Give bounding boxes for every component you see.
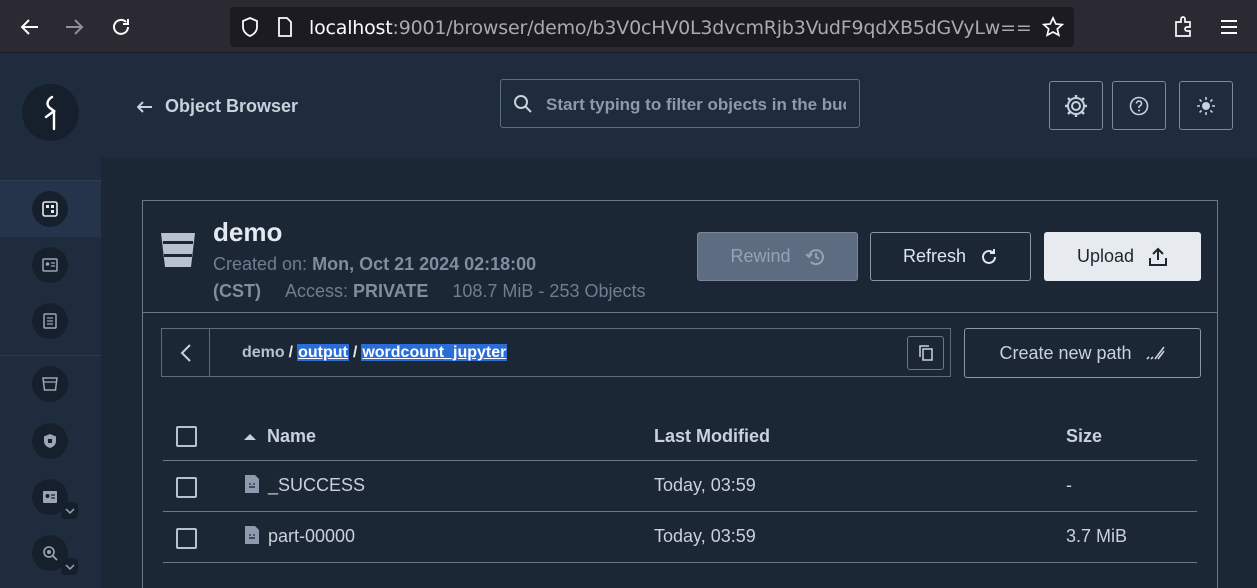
bucket-name: demo [213,217,283,247]
documentation-icon[interactable] [32,303,68,339]
help-icon [1129,96,1149,115]
breadcrumb-back-button[interactable] [162,329,210,376]
sort-ascending-icon [244,433,256,440]
chevron-down-icon[interactable] [61,558,78,575]
create-new-path-button[interactable]: Create new path [964,328,1201,378]
breadcrumb-item-output[interactable]: output [297,344,349,361]
sidebar [0,53,101,588]
file-icon [244,525,260,550]
bucket-info-panel: demo Created on: Mon, Oct 21 2024 02:18:… [142,200,1218,313]
bucket-meta: (CST) Access: PRIVATE 108.7 MiB - 253 Obje… [213,281,646,301]
object-list-panel: demo / output / wordcount_jupyter Create new… [142,313,1218,588]
upload-label: Upload [1076,246,1135,266]
back-arrow-icon[interactable] [14,11,46,43]
copy-path-button[interactable] [907,336,944,370]
history-icon [804,248,824,265]
sidebar-divider [0,355,101,356]
settings-button[interactable] [1049,81,1103,130]
policies-lock-icon[interactable] [32,423,68,459]
main-content: demo Created on: Mon, Oct 21 2024 02:18:… [101,158,1257,588]
breadcrumb-item-wordcount-jupyter[interactable]: wordcount_jupyter [361,344,508,361]
upload-icon [1149,247,1168,266]
shield-icon[interactable] [241,17,259,37]
bucket-created: Created on: Mon, Oct 21 2024 02:18:00 [213,254,537,274]
column-header-last-modified[interactable]: Last Modified [654,413,770,460]
gear-icon [1065,94,1087,117]
breadcrumb-path: demo / output / wordcount_jupyter [242,344,508,362]
bucket-icon [159,231,197,274]
row-checkbox[interactable] [176,477,197,498]
select-all-checkbox[interactable] [176,426,197,447]
file-name[interactable]: _SUCCESS [268,475,365,496]
filter-objects-input[interactable]: Start typing to filter objects in the bu… [500,79,860,128]
page-title: Object Browser [165,96,299,116]
table-divider [163,511,1197,512]
back-to-object-browser[interactable]: Object Browser [137,96,298,117]
page-header: Object Browser Start typing to filter ob… [101,53,1257,158]
page-info-icon[interactable] [277,17,293,37]
copy-icon [918,345,933,361]
forward-arrow-icon[interactable] [58,11,90,43]
column-header-name[interactable]: Name [243,413,316,460]
back-arrow-icon [137,100,152,113]
file-modified: Today, 03:59 [654,475,756,495]
bookmark-star-icon[interactable] [1042,16,1064,38]
refresh-button[interactable]: Refresh [870,232,1031,281]
column-header-size[interactable]: Size [1066,413,1102,460]
file-size: - [1066,475,1072,495]
file-name[interactable]: part-00000 [268,526,355,547]
breadcrumb: demo / output / wordcount_jupyter [161,328,951,377]
file-icon [244,474,260,499]
refresh-icon [982,248,997,264]
table-divider [163,562,1197,563]
breadcrumb-separator: / [352,344,358,361]
url-bar[interactable]: localhost:9001/browser/demo/b3V0cHV0L3dv… [230,7,1074,47]
refresh-label: Refresh [902,246,967,266]
url-text[interactable]: localhost:9001/browser/demo/b3V0cHV0L3dv… [309,17,1032,39]
buckets-icon[interactable] [32,366,68,402]
table-divider [163,460,1197,461]
reload-icon[interactable] [105,11,137,43]
breadcrumb-root[interactable]: demo [242,344,285,361]
new-path-icon [1145,346,1165,360]
create-path-label: Create new path [999,342,1132,363]
logo-area [0,53,101,181]
object-browser-icon [32,191,68,227]
sun-icon [1197,96,1215,115]
rewind-label: Rewind [730,246,791,266]
file-modified: Today, 03:59 [654,526,756,546]
access-keys-icon[interactable] [32,247,68,283]
file-size: 3.7 MiB [1066,526,1128,546]
search-icon [513,94,533,119]
chevron-left-icon [180,343,191,362]
search-placeholder: Start typing to filter objects in the bu… [546,95,846,114]
sidebar-item-object-browser[interactable] [0,181,101,237]
breadcrumb-separator: / [288,344,294,361]
chevron-down-icon[interactable] [61,502,78,519]
extensions-icon[interactable] [1167,11,1199,43]
menu-icon[interactable] [1213,11,1245,43]
upload-button[interactable]: Upload [1044,232,1201,281]
minio-logo-icon[interactable] [22,84,79,141]
theme-toggle-button[interactable] [1179,81,1233,130]
row-checkbox[interactable] [176,528,197,549]
help-button[interactable] [1112,81,1166,130]
browser-toolbar: localhost:9001/browser/demo/b3V0cHV0L3dv… [0,0,1257,53]
rewind-button[interactable]: Rewind [697,232,858,281]
